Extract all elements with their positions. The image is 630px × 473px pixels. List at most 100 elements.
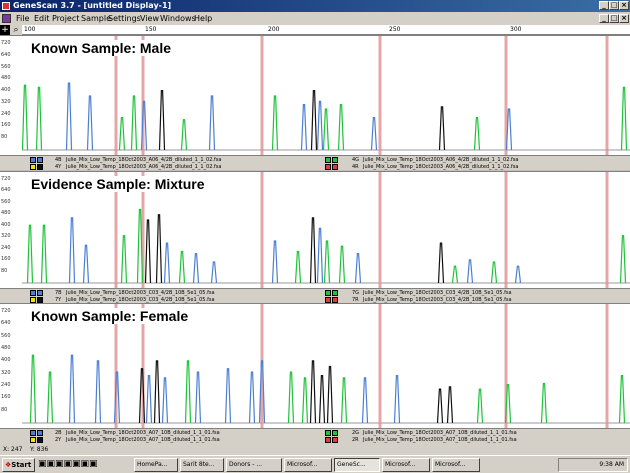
blue-dye-swatch[interactable] bbox=[37, 430, 43, 436]
yellow-dye-swatch[interactable] bbox=[30, 437, 36, 443]
yellow-dye-swatch[interactable] bbox=[30, 164, 36, 170]
yellow-dye-swatch[interactable] bbox=[37, 164, 43, 170]
trace-peak bbox=[466, 259, 474, 284]
size-marker-bar bbox=[260, 36, 264, 156]
menu-sample[interactable]: Sample bbox=[81, 12, 111, 25]
size-marker-bar bbox=[605, 172, 609, 289]
y-axis-label: 160 bbox=[1, 394, 11, 401]
blue-dye-swatch[interactable] bbox=[30, 157, 36, 163]
menu-view[interactable]: View bbox=[140, 12, 159, 25]
size-marker-bar bbox=[378, 304, 382, 429]
y-axis-label: 560 bbox=[1, 198, 11, 205]
system-tray[interactable]: 9:38 AM bbox=[558, 458, 628, 472]
legend-entry-id: 4B bbox=[55, 157, 62, 163]
trace-peak bbox=[620, 86, 628, 151]
zoom-icon[interactable]: ⌕ bbox=[11, 25, 21, 35]
blue-dye-swatch[interactable] bbox=[37, 157, 43, 163]
close-button[interactable]: × bbox=[619, 1, 629, 10]
red-dye-swatch[interactable] bbox=[325, 164, 331, 170]
trace-peak bbox=[46, 371, 54, 424]
taskbar-item[interactable]: Sarit 8te... bbox=[180, 458, 224, 472]
trace-peak bbox=[86, 95, 94, 151]
legend-entry-id: 4R bbox=[352, 164, 359, 170]
y-axis-label: 80 bbox=[1, 134, 8, 141]
y-axis-label: 160 bbox=[1, 122, 11, 129]
electropherogram-panel-female: 720 640 560 480 400 320 240 160 80 Known Sample:… bbox=[0, 303, 630, 429]
trace-peak bbox=[178, 250, 186, 284]
trace-peak bbox=[301, 377, 309, 424]
blue-dye-swatch[interactable] bbox=[30, 290, 36, 296]
trace-peak bbox=[326, 365, 334, 424]
legend-bar-mixture: 7B Julie_Mix_Low_Temp_18Oct2003_C03_4/2B… bbox=[0, 288, 630, 303]
taskbar-item-active[interactable]: GeneSc... bbox=[334, 458, 380, 472]
trace-peak bbox=[473, 117, 481, 151]
maximize-button[interactable]: □ bbox=[609, 1, 619, 10]
green-dye-swatch[interactable] bbox=[325, 430, 331, 436]
trace-peak bbox=[338, 245, 346, 284]
trace-peak bbox=[155, 214, 163, 284]
menu-help[interactable]: Help bbox=[194, 12, 212, 25]
legend-entry-id: 7B bbox=[55, 290, 62, 296]
trace-peak bbox=[476, 388, 484, 424]
start-button[interactable]: ❖Start bbox=[2, 458, 35, 472]
green-dye-swatch[interactable] bbox=[332, 157, 338, 163]
clock: 9:38 AM bbox=[599, 461, 624, 468]
doc-close-button[interactable]: × bbox=[619, 14, 629, 23]
trace-peak bbox=[22, 84, 29, 151]
y-axis-label: 80 bbox=[1, 267, 8, 274]
blue-dye-swatch[interactable] bbox=[30, 430, 36, 436]
app-icon bbox=[2, 2, 10, 10]
green-dye-swatch[interactable] bbox=[332, 430, 338, 436]
cursor-y-readout: Y: 836 bbox=[30, 446, 49, 453]
size-marker-bar bbox=[378, 172, 382, 289]
doc-minimize-button[interactable]: _ bbox=[599, 14, 609, 23]
y-axis-label: 720 bbox=[1, 40, 11, 46]
legend-entry-id: 2G bbox=[352, 430, 360, 436]
size-marker-bar bbox=[605, 304, 609, 429]
ruler-label: 250 bbox=[389, 26, 401, 33]
taskbar-item[interactable]: Microsof... bbox=[382, 458, 430, 472]
trace-peak bbox=[163, 242, 171, 284]
ruler-label: 150 bbox=[145, 26, 157, 33]
trace-peak bbox=[294, 250, 302, 284]
green-dye-swatch[interactable] bbox=[325, 157, 331, 163]
taskbar-item[interactable]: Microsof... bbox=[432, 458, 480, 472]
crosshair-icon[interactable]: + bbox=[0, 25, 10, 35]
title-bar: GeneScan 3.7 - [untitled Display-1] _ □ … bbox=[0, 0, 630, 12]
minimize-button[interactable]: _ bbox=[599, 1, 609, 10]
electropherogram-panel-male: 720 640 560 480 400 320 240 160 80 Known Sample:… bbox=[0, 35, 630, 156]
trace-peak bbox=[316, 100, 324, 151]
trace-peak bbox=[287, 371, 295, 424]
trace-peak bbox=[337, 104, 345, 151]
doc-maximize-button[interactable]: □ bbox=[609, 14, 619, 23]
quick-launch-icons[interactable]: ▣▣▣▣▣▣▣ bbox=[38, 459, 98, 469]
menu-edit[interactable]: Edit bbox=[34, 12, 50, 25]
green-dye-swatch[interactable] bbox=[325, 290, 331, 296]
trace-peak bbox=[35, 86, 43, 151]
y-axis-label: 240 bbox=[1, 382, 11, 388]
blue-dye-swatch[interactable] bbox=[37, 290, 43, 296]
yellow-dye-swatch[interactable] bbox=[37, 437, 43, 443]
red-dye-swatch[interactable] bbox=[332, 437, 338, 443]
menu-project[interactable]: Project bbox=[52, 12, 79, 25]
y-axis-label: 400 bbox=[1, 221, 11, 228]
taskbar-item[interactable]: Donors - ... bbox=[226, 458, 282, 472]
taskbar-item[interactable]: Microsof... bbox=[284, 458, 332, 472]
legend-entry-file: Julie_Mix_Low_Temp_18Oct2003_A07_10B_dil… bbox=[66, 430, 220, 436]
y-axis-label: 480 bbox=[1, 345, 11, 351]
trace-peak bbox=[619, 235, 627, 284]
red-dye-swatch[interactable] bbox=[325, 437, 331, 443]
menu-file[interactable]: File bbox=[16, 12, 29, 25]
y-axis-label: 480 bbox=[1, 75, 11, 82]
green-dye-swatch[interactable] bbox=[332, 290, 338, 296]
taskbar-item[interactable]: HomePa... bbox=[134, 458, 178, 472]
red-dye-swatch[interactable] bbox=[332, 164, 338, 170]
trace-peak bbox=[316, 227, 324, 284]
legend-bar-female: 2B Julie_Mix_Low_Temp_18Oct2003_A07_10B_… bbox=[0, 428, 630, 444]
size-marker-bar bbox=[260, 172, 264, 289]
menu-settings[interactable]: Settings bbox=[108, 12, 141, 25]
menu-windows[interactable]: Windows bbox=[160, 12, 196, 25]
y-axis-label: 320 bbox=[1, 233, 11, 240]
legend-entry-file: Julie_Mix_Low_Temp_18Oct2003_A07_10B_dil… bbox=[363, 437, 517, 443]
y-axis-label: 640 bbox=[1, 187, 11, 194]
